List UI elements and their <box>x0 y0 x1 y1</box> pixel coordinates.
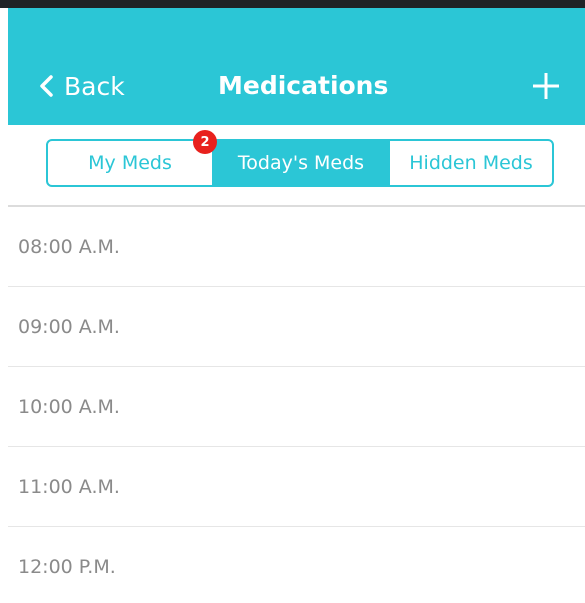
list-item[interactable]: 12:00 P.M. <box>8 527 585 603</box>
top-edge <box>0 0 585 8</box>
list-item[interactable]: 11:00 A.M. <box>8 447 585 527</box>
nav-bar <box>8 8 585 125</box>
time-label: 09:00 A.M. <box>18 315 120 338</box>
chevron-left-icon <box>40 75 53 97</box>
tab-todays-meds-label: Today's Meds <box>237 152 365 174</box>
tab-my-meds-label: My Meds <box>88 152 172 174</box>
notification-badge: 2 <box>193 130 217 154</box>
time-label: 11:00 A.M. <box>18 475 120 498</box>
add-medication-button[interactable] <box>530 70 562 102</box>
tab-todays-meds[interactable]: Today's Meds <box>214 141 388 185</box>
schedule-list: 08:00 A.M. 09:00 A.M. 10:00 A.M. 11:00 A… <box>8 205 585 603</box>
back-label: Back <box>64 71 125 101</box>
tab-hidden-meds-label: Hidden Meds <box>409 152 533 174</box>
time-label: 12:00 P.M. <box>18 555 116 578</box>
tab-my-meds[interactable]: My Meds <box>48 141 214 185</box>
back-button[interactable]: Back <box>38 70 125 102</box>
list-item[interactable]: 10:00 A.M. <box>8 367 585 447</box>
app-screen: Back Medications My Meds Today's Meds Hi… <box>0 0 585 603</box>
meds-segmented-control: My Meds Today's Meds Hidden Meds <box>46 139 554 187</box>
tab-hidden-meds[interactable]: Hidden Meds <box>388 141 552 185</box>
list-item[interactable]: 09:00 A.M. <box>8 287 585 367</box>
time-label: 10:00 A.M. <box>18 395 120 418</box>
list-item[interactable]: 08:00 A.M. <box>8 207 585 287</box>
time-label: 08:00 A.M. <box>18 235 120 258</box>
plus-icon <box>533 73 559 99</box>
page-title: Medications <box>218 71 389 100</box>
